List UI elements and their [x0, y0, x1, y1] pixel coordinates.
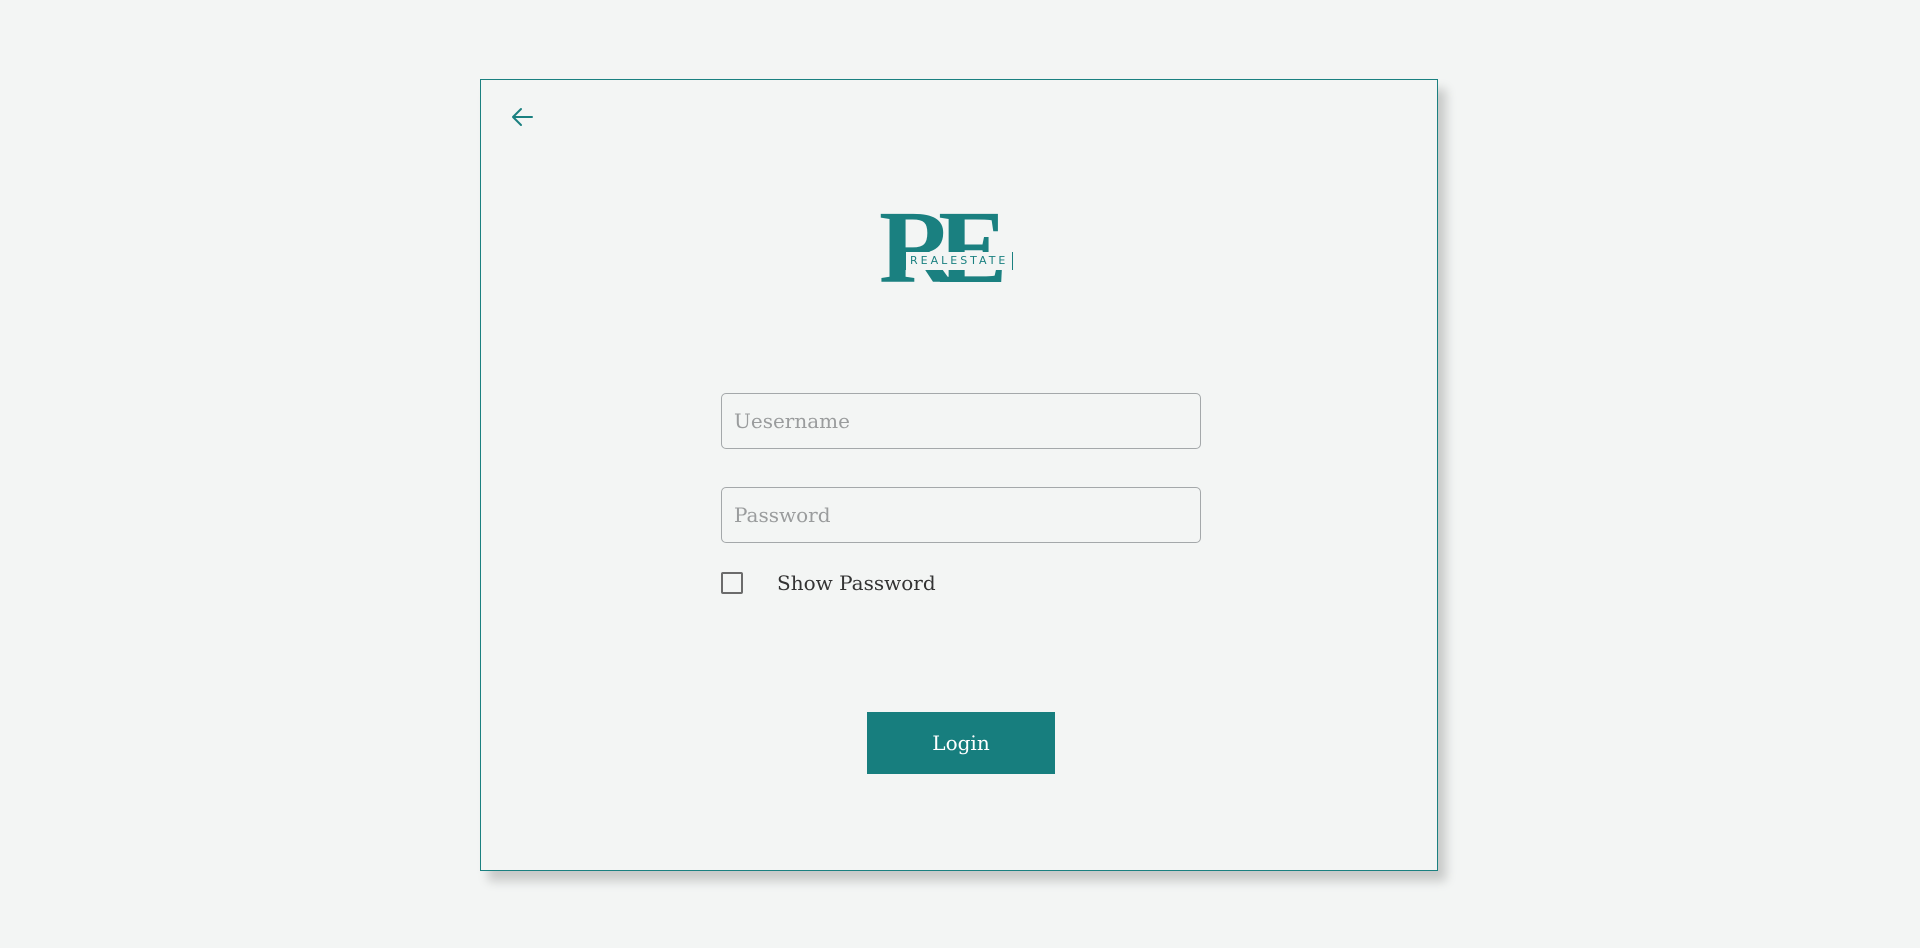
show-password-label: Show Password — [777, 571, 936, 595]
login-button[interactable]: Login — [867, 712, 1055, 774]
username-input[interactable] — [721, 393, 1201, 449]
password-input[interactable] — [721, 487, 1201, 543]
show-password-row: Show Password — [721, 570, 936, 596]
logo-tagline: REALESTATE — [905, 252, 1014, 270]
login-card: RE REALESTATE Show Password Login — [480, 79, 1438, 871]
logo-letters: RE — [879, 190, 1008, 305]
back-button[interactable] — [507, 104, 537, 134]
page: RE REALESTATE Show Password Login — [0, 0, 1920, 948]
logo: RE REALESTATE — [879, 190, 1049, 305]
show-password-checkbox[interactable] — [721, 572, 743, 594]
arrow-left-icon — [511, 107, 533, 131]
